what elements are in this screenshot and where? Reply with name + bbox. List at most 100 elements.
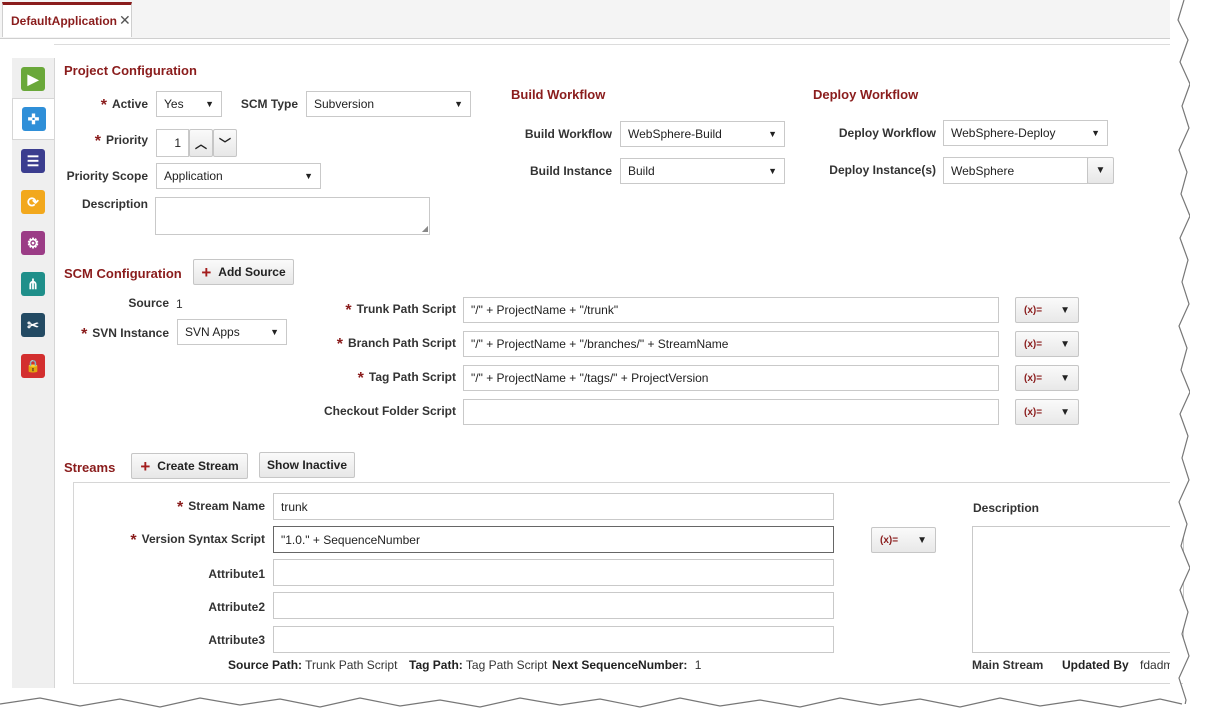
tag-path-variable-button[interactable]: (x)= ▼ — [1015, 365, 1079, 391]
sidebar-item-execute[interactable]: ▶ — [18, 64, 48, 94]
chevron-down-icon: ▼ — [304, 171, 313, 181]
tools-icon: ✂ — [21, 313, 45, 337]
variable-icon: (x)= — [1024, 406, 1043, 418]
attribute2-label: Attribute2 — [208, 600, 265, 614]
streams-title: Streams — [64, 460, 116, 475]
source-path-info: Source Path: Trunk Path Script — [228, 658, 398, 672]
priority-scope-label: Priority Scope — [66, 169, 148, 183]
deploy-instances-label: Deploy Instance(s) — [829, 163, 936, 177]
chevron-down-icon: ▼ — [270, 327, 279, 337]
build-workflow-title: Build Workflow — [511, 87, 606, 102]
resize-grip-icon: ◢ — [421, 224, 428, 233]
build-instance-select[interactable]: Build ▼ — [620, 158, 785, 184]
clipboard-gear-icon: ⚙ — [21, 231, 45, 255]
plus-icon: + — [201, 262, 212, 282]
deploy-workflow-select[interactable]: WebSphere-Deploy ▼ — [943, 120, 1108, 146]
stream-name-label: * Stream Name — [177, 499, 265, 516]
scm-type-select[interactable]: Subversion ▼ — [306, 91, 471, 117]
chevron-down-icon: ▼ — [1060, 372, 1070, 384]
deploy-workflow-label: Deploy Workflow — [838, 126, 936, 140]
variable-icon: (x)= — [880, 534, 899, 546]
chevron-down-icon: ▼ — [205, 99, 214, 109]
main-stream-label: Main Stream — [972, 658, 1044, 672]
tag-path-script-input[interactable]: "/" + ProjectName + "/tags/" + ProjectVe… — [463, 365, 999, 391]
build-workflow-select[interactable]: WebSphere-Build ▼ — [620, 121, 785, 147]
attribute2-input[interactable] — [273, 592, 834, 619]
chevron-down-icon: ▼ — [1060, 338, 1070, 350]
source-label: Source — [128, 296, 169, 310]
plus-icon: + — [140, 456, 151, 476]
priority-decrement-button[interactable]: ﹀ — [213, 129, 237, 157]
add-source-button[interactable]: + Add Source — [193, 259, 294, 285]
source-value: 1 — [176, 297, 183, 311]
tag-path-info: Tag Path: Tag Path Script — [409, 658, 548, 672]
attribute3-label: Attribute3 — [208, 633, 265, 647]
scm-type-label: SCM Type — [240, 97, 298, 111]
priority-increment-button[interactable]: ︿ — [189, 129, 213, 157]
branch-path-script-label: * Branch Path Script — [336, 336, 456, 353]
priority-input[interactable]: 1 — [156, 129, 189, 157]
checkout-folder-variable-button[interactable]: (x)= ▼ — [1015, 399, 1079, 425]
description-label: Description — [81, 197, 148, 211]
sidebar-item-project-configuration[interactable]: ✜ — [12, 98, 54, 140]
stream-description-label: Description — [973, 501, 1040, 515]
torn-edge-bottom — [0, 697, 1207, 720]
tag-path-script-label: * Tag Path Script — [357, 370, 456, 387]
sidebar: ▶ ✜ ☰ ⟳ ⚙ ⋔ ✂ 🔒 — [12, 58, 55, 688]
version-syntax-script-label: * Version Syntax Script — [130, 532, 265, 549]
tab-title: DefaultApplication — [11, 14, 118, 28]
variable-icon: (x)= — [1024, 304, 1043, 316]
chevron-down-icon: ﹀ — [218, 136, 231, 151]
tab-default-application[interactable]: DefaultApplication ✕ — [2, 2, 132, 37]
list-icon: ☰ — [21, 149, 45, 173]
chevron-down-icon: ▼ — [768, 166, 777, 176]
network-icon: ✜ — [21, 107, 46, 131]
sidebar-item-tools[interactable]: ✂ — [18, 310, 48, 340]
chevron-down-icon: ▼ — [1060, 304, 1070, 316]
close-icon[interactable]: ✕ — [119, 12, 131, 29]
checkout-folder-script-input[interactable] — [463, 399, 999, 425]
branch-path-script-input[interactable]: "/" + ProjectName + "/branches/" + Strea… — [463, 331, 999, 357]
chevron-down-icon: ▼ — [1091, 128, 1100, 138]
next-sequence-number-info: Next SequenceNumber: 1 — [552, 658, 702, 672]
attribute1-input[interactable] — [273, 559, 834, 586]
trunk-path-script-input[interactable]: "/" + ProjectName + "/trunk" — [463, 297, 999, 323]
sidebar-item-list[interactable]: ☰ — [18, 146, 48, 176]
chevron-down-icon: ▼ — [454, 99, 463, 109]
stream-description-textarea[interactable] — [972, 526, 1184, 653]
lock-icon: 🔒 — [21, 354, 45, 378]
show-inactive-button[interactable]: Show Inactive — [259, 452, 355, 478]
sidebar-item-security[interactable]: 🔒 — [18, 351, 48, 381]
streams-bottom-divider — [73, 683, 1183, 684]
description-textarea[interactable]: ◢ — [155, 197, 430, 235]
build-instance-label: Build Instance — [529, 164, 612, 178]
deploy-instances-input[interactable]: WebSphere — [943, 157, 1088, 184]
trunk-path-variable-button[interactable]: (x)= ▼ — [1015, 297, 1079, 323]
create-stream-button[interactable]: + Create Stream — [131, 453, 248, 479]
sidebar-item-share[interactable]: ⋔ — [18, 269, 48, 299]
attribute3-input[interactable] — [273, 626, 834, 653]
priority-scope-select[interactable]: Application ▼ — [156, 163, 321, 189]
active-label: * Active — [100, 97, 148, 114]
chevron-down-icon: ▼ — [1060, 406, 1070, 418]
play-icon: ▶ — [21, 67, 45, 91]
priority-label: * Priority — [94, 133, 148, 150]
deploy-instances-dropdown-button[interactable]: ▼ — [1087, 157, 1114, 184]
svn-instance-select[interactable]: SVN Apps ▼ — [177, 319, 287, 345]
chevron-down-icon: ▼ — [917, 534, 927, 546]
checkout-folder-script-label: Checkout Folder Script — [323, 404, 456, 418]
streams-panel-border — [73, 482, 74, 684]
branch-path-variable-button[interactable]: (x)= ▼ — [1015, 331, 1079, 357]
sidebar-item-properties[interactable]: ⚙ — [18, 228, 48, 258]
torn-edge-right — [1170, 0, 1207, 720]
streams-divider — [73, 482, 1183, 483]
stream-name-input[interactable]: trunk — [273, 493, 834, 520]
attribute1-label: Attribute1 — [208, 567, 265, 581]
project-configuration-title: Project Configuration — [64, 63, 197, 78]
active-select[interactable]: Yes ▼ — [156, 91, 222, 117]
sidebar-item-refresh[interactable]: ⟳ — [18, 187, 48, 217]
trunk-path-script-label: * Trunk Path Script — [345, 302, 456, 319]
chevron-up-icon: ︿ — [194, 136, 207, 151]
version-syntax-variable-button[interactable]: (x)= ▼ — [871, 527, 936, 553]
version-syntax-script-input[interactable]: "1.0." + SequenceNumber — [273, 526, 834, 553]
